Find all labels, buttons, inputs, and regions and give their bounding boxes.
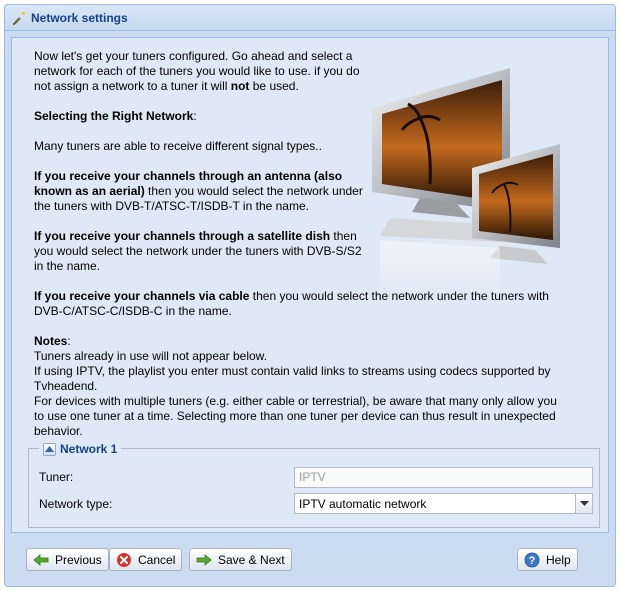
network-1-legend: Network 1 xyxy=(39,441,122,457)
magic-wand-icon xyxy=(11,10,27,26)
previous-button[interactable]: Previous xyxy=(26,548,109,571)
network-1-title: Network 1 xyxy=(60,442,118,456)
help-icon: ? xyxy=(524,552,540,568)
help-button[interactable]: ? Help xyxy=(517,548,578,571)
note-in-use: Tuners already in use will not appear be… xyxy=(34,349,268,363)
cancel-label: Cancel xyxy=(138,552,176,567)
intro-paragraph: Now let's get your tuners configured. Go… xyxy=(34,49,360,93)
save-next-button[interactable]: Save & Next xyxy=(189,548,292,571)
notes-section: Notes: Tuners already in use will not ap… xyxy=(34,334,557,438)
cancel-icon xyxy=(116,552,132,568)
tv-illustration xyxy=(360,60,610,310)
tuner-label: Tuner: xyxy=(39,470,74,484)
note-iptv: If using IPTV, the playlist you enter mu… xyxy=(34,364,551,393)
help-label: Help xyxy=(546,552,571,567)
window-title: Network settings xyxy=(31,11,128,25)
window-titlebar[interactable]: Network settings xyxy=(5,5,615,31)
network-type-combo[interactable]: IPTV automatic network xyxy=(294,493,593,514)
wizard-window: Network settings Now let's get your tune… xyxy=(4,4,616,587)
network-type-label: Network type: xyxy=(39,497,113,511)
arrow-left-icon xyxy=(33,552,49,568)
previous-label: Previous xyxy=(55,552,102,567)
antenna-paragraph: If you receive your channels through an … xyxy=(34,169,363,213)
tuner-field[interactable]: IPTV xyxy=(294,467,593,488)
network-type-value: IPTV automatic network xyxy=(299,497,427,511)
svg-text:?: ? xyxy=(529,555,536,567)
collapse-icon[interactable] xyxy=(43,442,56,456)
arrow-right-icon xyxy=(196,552,212,568)
cancel-button[interactable]: Cancel xyxy=(109,548,183,571)
chevron-down-icon[interactable] xyxy=(575,494,592,513)
satellite-paragraph: If you receive your channels through a s… xyxy=(34,229,362,273)
network-1-fieldset: Network 1 Tuner: IPTV Network type: IPTV… xyxy=(28,441,600,528)
wizard-body: Now let's get your tuners configured. Go… xyxy=(11,37,609,533)
save-next-label: Save & Next xyxy=(218,552,285,567)
note-multiple-tuners: For devices with multiple tuners (e.g. e… xyxy=(34,394,557,438)
